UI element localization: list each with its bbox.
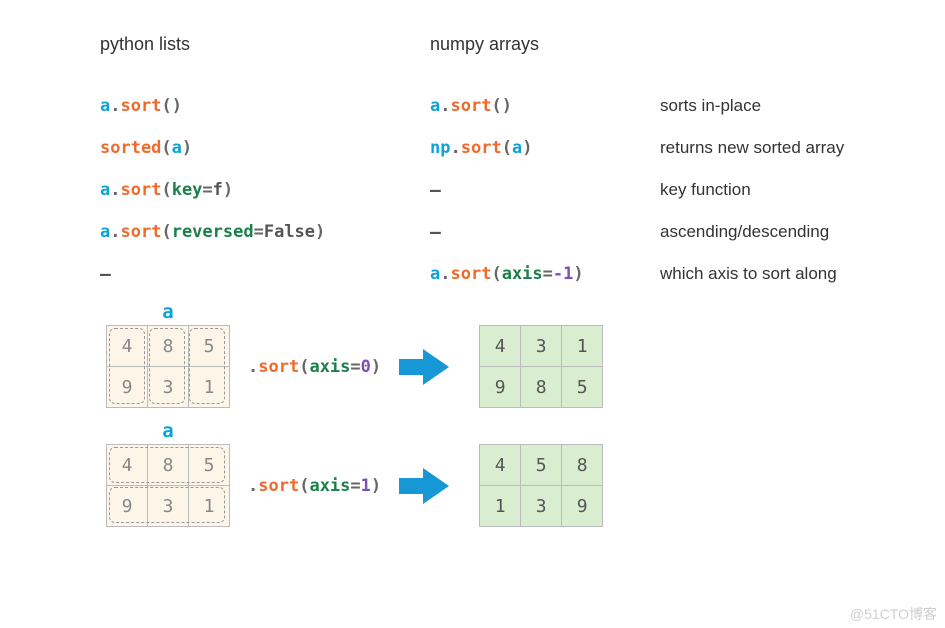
- cell: 5: [189, 445, 230, 486]
- cell: 3: [148, 486, 189, 527]
- numpy-code-2: –: [430, 181, 441, 201]
- arrow-icon: [399, 466, 451, 506]
- output-matrix-wrap: 458139: [479, 444, 603, 527]
- cell: 9: [107, 486, 148, 527]
- heading-python-lists: python lists: [100, 34, 430, 55]
- cell: 8: [521, 367, 562, 408]
- diagram-sort-axis0: a485931.sort(axis=0)431985: [100, 325, 945, 408]
- matrix-label: a: [106, 301, 230, 323]
- input-matrix: 485931: [106, 444, 230, 527]
- sort-call: .sort(axis=1): [248, 476, 381, 496]
- matrix-label: a: [106, 420, 230, 442]
- cell: 5: [562, 367, 603, 408]
- output-matrix-wrap: 431985: [479, 325, 603, 408]
- comparison-rows: a.sort() a.sort() sorts in-place sorted(a) n…: [100, 85, 945, 295]
- cell: 4: [480, 326, 521, 367]
- cell: 1: [189, 486, 230, 527]
- cell: 3: [148, 367, 189, 408]
- sort-call: .sort(axis=0): [248, 357, 381, 377]
- numpy-code-3: –: [430, 223, 441, 243]
- row-1: sorted(a) np.sort(a) returns new sorted ar…: [100, 127, 945, 169]
- cell: 1: [480, 486, 521, 527]
- input-matrix-wrap: a485931: [106, 325, 230, 408]
- diagram-sort-axis1: a485931.sort(axis=1)458139: [100, 444, 945, 527]
- cell: 5: [521, 445, 562, 486]
- sort-call-wrap: .sort(axis=0): [248, 357, 381, 377]
- heading-description: [660, 34, 910, 55]
- description-0: sorts in-place: [660, 96, 930, 116]
- numpy-code-4: a.sort(axis=-1): [430, 264, 584, 284]
- python-code-3: a.sort(reversed=False): [100, 222, 325, 242]
- input-matrix: 485931: [106, 325, 230, 408]
- cell: 4: [480, 445, 521, 486]
- row-0: a.sort() a.sort() sorts in-place: [100, 85, 945, 127]
- numpy-code-0: a.sort(): [430, 96, 512, 116]
- cell: 4: [107, 445, 148, 486]
- input-matrix-wrap: a485931: [106, 444, 230, 527]
- watermark: @51CTO博客: [850, 604, 937, 624]
- cell: 1: [189, 367, 230, 408]
- row-3: a.sort(reversed=False) – ascending/descend…: [100, 211, 945, 253]
- cell: 8: [148, 445, 189, 486]
- description-4: which axis to sort along: [660, 264, 930, 284]
- cell: 4: [107, 326, 148, 367]
- description-2: key function: [660, 180, 930, 200]
- python-code-4: –: [100, 265, 111, 285]
- heading-numpy-arrays: numpy arrays: [430, 34, 660, 55]
- diagram-section: a485931.sort(axis=0)431985 a485931.sort(…: [100, 325, 945, 527]
- cell: 3: [521, 486, 562, 527]
- cell: 8: [148, 326, 189, 367]
- cell: 8: [562, 445, 603, 486]
- description-3: ascending/descending: [660, 222, 930, 242]
- cell: 1: [562, 326, 603, 367]
- python-code-0: a.sort(): [100, 96, 182, 116]
- column-headings: python lists numpy arrays: [100, 34, 945, 55]
- description-1: returns new sorted array: [660, 138, 930, 158]
- numpy-code-1: np.sort(a): [430, 138, 532, 158]
- output-matrix: 431985: [479, 325, 603, 408]
- cell: 5: [189, 326, 230, 367]
- cell: 9: [107, 367, 148, 408]
- python-code-1: sorted(a): [100, 138, 192, 158]
- sort-call-wrap: .sort(axis=1): [248, 476, 381, 496]
- output-matrix: 458139: [479, 444, 603, 527]
- row-2: a.sort(key=f) – key function: [100, 169, 945, 211]
- arrow-icon: [399, 347, 451, 387]
- cell: 9: [562, 486, 603, 527]
- python-code-2: a.sort(key=f): [100, 180, 233, 200]
- cell: 3: [521, 326, 562, 367]
- cell: 9: [480, 367, 521, 408]
- row-4: – a.sort(axis=-1) which axis to sort along: [100, 253, 945, 295]
